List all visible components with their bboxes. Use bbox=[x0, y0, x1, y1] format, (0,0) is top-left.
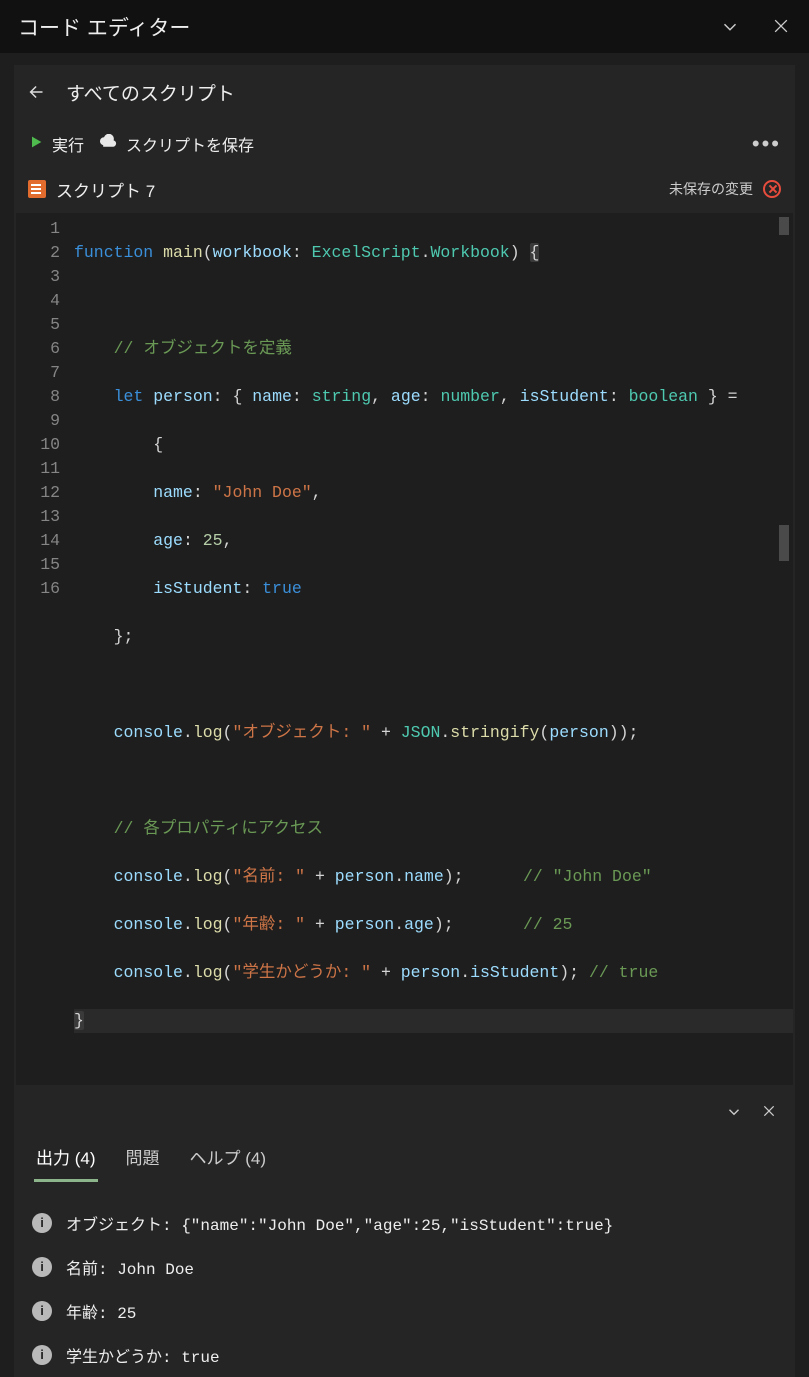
window-title: コード エディター bbox=[18, 12, 190, 42]
bottom-panel: 出力 (4) 問題 ヘルプ (4) i オブジェクト: {"name":"Joh… bbox=[14, 1097, 795, 1377]
tab-help[interactable]: ヘルプ (4) bbox=[188, 1136, 269, 1182]
output-text: オブジェクト: {"name":"John Doe","age":25,"isS… bbox=[66, 1211, 613, 1235]
tab-problems[interactable]: 問題 bbox=[124, 1136, 162, 1182]
back-arrow-icon[interactable] bbox=[26, 81, 48, 103]
scrollbar-thumb[interactable] bbox=[779, 525, 789, 561]
run-button[interactable]: 実行 bbox=[28, 132, 84, 156]
code-content[interactable]: function main(workbook: ExcelScript.Work… bbox=[74, 213, 793, 1085]
close-panel-icon[interactable] bbox=[761, 1103, 777, 1126]
cloud-save-icon bbox=[98, 134, 118, 155]
play-icon bbox=[28, 134, 44, 155]
more-menu-button[interactable]: ••• bbox=[752, 131, 781, 157]
scrollbar-thumb[interactable] bbox=[779, 217, 789, 235]
info-icon: i bbox=[32, 1213, 52, 1233]
output-text: 年齢: 25 bbox=[66, 1299, 136, 1323]
unsaved-close-icon[interactable] bbox=[763, 180, 781, 198]
info-icon: i bbox=[32, 1301, 52, 1321]
script-header: スクリプト 7 未保存の変更 bbox=[14, 169, 795, 209]
run-label: 実行 bbox=[52, 132, 84, 156]
unsaved-label: 未保存の変更 bbox=[669, 179, 753, 199]
script-name: スクリプト 7 bbox=[56, 177, 155, 202]
save-label: スクリプトを保存 bbox=[126, 132, 254, 156]
code-editor[interactable]: 12345678910111213141516 function main(wo… bbox=[16, 213, 793, 1085]
info-icon: i bbox=[32, 1345, 52, 1365]
output-text: 学生かどうか: true bbox=[66, 1343, 220, 1367]
close-icon[interactable] bbox=[771, 16, 791, 38]
output-row: i オブジェクト: {"name":"John Doe","age":25,"i… bbox=[32, 1201, 779, 1245]
script-file-icon bbox=[28, 180, 46, 198]
info-icon: i bbox=[32, 1257, 52, 1277]
output-row: i 学生かどうか: true bbox=[32, 1333, 779, 1377]
output-text: 名前: John Doe bbox=[66, 1255, 194, 1279]
line-gutter: 12345678910111213141516 bbox=[16, 213, 74, 1085]
output-row: i 名前: John Doe bbox=[32, 1245, 779, 1289]
breadcrumb-title: すべてのスクリプト bbox=[66, 79, 235, 106]
breadcrumb-bar: すべてのスクリプト bbox=[14, 65, 795, 119]
output-tabs: 出力 (4) 問題 ヘルプ (4) bbox=[30, 1132, 779, 1183]
title-bar: コード エディター bbox=[0, 0, 809, 53]
output-list: i オブジェクト: {"name":"John Doe","age":25,"i… bbox=[30, 1183, 779, 1377]
output-row: i 年齢: 25 bbox=[32, 1289, 779, 1333]
chevron-down-icon[interactable] bbox=[725, 1103, 743, 1126]
save-script-button[interactable]: スクリプトを保存 bbox=[98, 132, 254, 156]
tab-output[interactable]: 出力 (4) bbox=[34, 1136, 98, 1182]
chevron-down-icon[interactable] bbox=[719, 16, 741, 38]
script-toolbar: 実行 スクリプトを保存 ••• bbox=[14, 119, 795, 169]
